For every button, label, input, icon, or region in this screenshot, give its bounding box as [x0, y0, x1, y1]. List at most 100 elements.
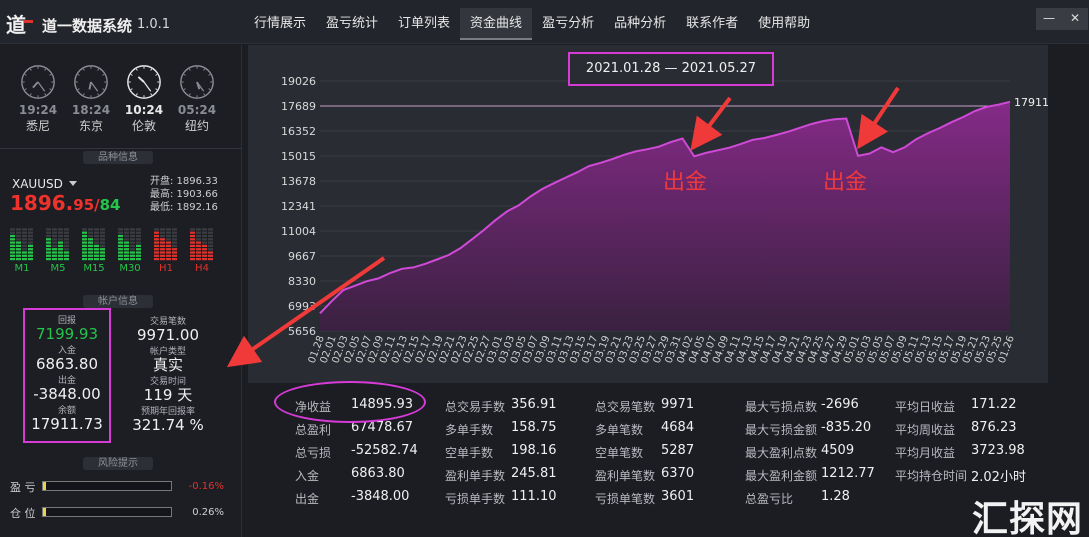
price-sub: 84: [99, 196, 121, 214]
meter-m5[interactable]: M5: [46, 225, 70, 274]
clock-face-icon: [21, 65, 55, 99]
stat-value: 6863.80: [351, 466, 405, 481]
meter-label: H4: [195, 263, 209, 274]
top-bar: 道 道一数据系统 1.0.1 行情展示 盈亏统计 订单列表 资金曲线 盈亏分析 品种分析联…: [0, 0, 1089, 44]
stat-value: -3848.00: [351, 489, 410, 504]
left-panel: 19:24 悉尼 18:24 东京 10:24 伦敦 05:24 纽约 品种信息 XAUUSD…: [0, 45, 242, 537]
y-tick-label: 5656: [288, 325, 316, 338]
stat-label: 平均周收益: [895, 423, 956, 437]
y-tick-label: 9667: [288, 250, 316, 263]
meter-h1[interactable]: H1: [154, 225, 178, 274]
svg-text:道: 道: [6, 13, 26, 37]
tab-1[interactable]: 盈亏统计: [316, 8, 388, 40]
stat-value: 876.23: [971, 420, 1017, 435]
stat-value: -52582.74: [351, 443, 418, 458]
y-tick-label: 16352: [281, 125, 316, 138]
watermark: 汇探网: [972, 499, 1084, 537]
pl-value: -0.16%: [188, 481, 224, 492]
position-value: 0.26%: [192, 507, 224, 518]
meter-label: M30: [119, 263, 141, 274]
account-info-section-label: 帐户信息: [83, 295, 153, 308]
withdrawal-annotation: 出金: [663, 170, 707, 195]
low-price: 最低: 1892.16: [150, 202, 218, 213]
stat-value: 1212.77: [821, 466, 875, 481]
main-tabs: 行情展示 盈亏统计 订单列表 资金曲线 盈亏分析 品种分析 联系作者 使用帮助: [244, 8, 820, 40]
position-label: 仓 位: [10, 507, 36, 520]
stat-label: 空单笔数: [595, 446, 644, 460]
meter-label: H1: [159, 263, 173, 274]
tab-2[interactable]: 订单列表: [388, 8, 460, 40]
stat-label: 总亏损: [295, 446, 332, 460]
trades-value: 9971.00: [136, 326, 200, 344]
meter-label: M5: [50, 263, 66, 274]
symbol-selector[interactable]: XAUUSD: [12, 177, 77, 191]
app-logo-icon: 道: [6, 13, 33, 37]
stat-value: 5287: [661, 443, 695, 458]
stat-label: 平均月收益: [895, 446, 956, 460]
app-window: 道 道一数据系统 1.0.1 行情展示 盈亏统计 订单列表 资金曲线 盈亏分析 品种分析联…: [0, 0, 1089, 537]
stat-label: 盈利单手数: [445, 469, 506, 483]
chevron-down-icon: [68, 181, 77, 186]
stat-label: 盈利单笔数: [595, 469, 656, 483]
stat-value: 245.81: [511, 466, 557, 481]
stat-label: 亏损单手数: [445, 492, 506, 506]
close-button[interactable]: ✕: [1062, 8, 1088, 30]
annual-value: 321.74 %: [132, 416, 204, 434]
tab-7[interactable]: 使用帮助: [748, 8, 820, 40]
price-dec: 95: [73, 196, 95, 214]
y-tick-label: 8330: [288, 275, 316, 288]
stat-value: 356.91: [511, 397, 557, 412]
clock-3: 05:24 纽约: [177, 63, 217, 134]
tab-3[interactable]: 资金曲线: [460, 8, 533, 40]
tab-6[interactable]: 联系作者: [676, 8, 748, 40]
stat-value: 2.02小时: [971, 470, 1026, 485]
meter-h4[interactable]: H4: [190, 225, 214, 274]
clock-0: 19:24 悉尼: [18, 63, 58, 134]
stat-label: 总交易手数: [445, 400, 506, 414]
app-title: 道一数据系统: [42, 17, 133, 35]
pl-bar-fill: [43, 482, 46, 490]
clock-city: 东京: [78, 119, 103, 133]
equity-chart: 19026 17689 16352 15015 13678 12341 11004 9667 8…: [281, 75, 1067, 365]
meter-bars-icon: [46, 228, 69, 261]
risk-section-label: 风险提示: [83, 457, 153, 470]
meter-m1[interactable]: M1: [10, 225, 34, 274]
stat-value: -835.20: [821, 420, 872, 435]
clock-city: 悉尼: [25, 119, 50, 133]
clock-1: 18:24 东京: [71, 63, 111, 134]
stat-label: 总盈利: [295, 423, 332, 437]
stat-value: 1.28: [821, 489, 850, 504]
tab-0[interactable]: 行情展示: [244, 8, 316, 40]
tab-4[interactable]: 盈亏分析: [532, 8, 604, 40]
tab-5[interactable]: 品种分析: [604, 8, 676, 40]
clock-face-icon: [74, 65, 108, 99]
meter-bars-icon: [82, 228, 105, 261]
current-price: 1896.95/84: [10, 191, 121, 215]
clock-city: 纽约: [184, 119, 209, 133]
symbol-info-section-label: 品种信息: [83, 151, 153, 164]
y-tick-label: 19026: [281, 75, 316, 88]
return-value: 7199.93: [35, 325, 99, 343]
ohl-block: 开盘: 1896.33 最高: 1903.66 最低: 1892.16: [150, 175, 218, 214]
price-int: 1896.: [10, 191, 74, 215]
meter-m15[interactable]: M15: [82, 225, 106, 274]
stat-label: 多单手数: [445, 423, 494, 437]
y-tick-label: 12341: [281, 200, 316, 213]
stat-value: 111.10: [511, 489, 557, 504]
stat-value: -2696: [821, 397, 859, 412]
meter-label: M1: [14, 263, 30, 274]
stat-value: 198.16: [511, 443, 557, 458]
type-value: 真实: [152, 356, 183, 374]
timeframe-meters: M1 M5 M15 M30 H1 H4: [8, 225, 232, 281]
minimize-button[interactable]: —: [1036, 8, 1062, 30]
meter-m30[interactable]: M30: [118, 225, 142, 274]
symbol-name: XAUUSD: [12, 177, 63, 191]
balance-value: 17911.73: [31, 415, 103, 433]
clock-time: 10:24: [124, 103, 164, 117]
app-version: 1.0.1: [137, 17, 171, 32]
world-clocks: 19:24 悉尼 18:24 东京 10:24 伦敦 05:24 纽约: [0, 45, 242, 149]
stat-label: 出金: [295, 492, 320, 506]
y-tick-label: 6993: [288, 300, 316, 313]
equity-chart-panel: 19026 17689 16352 15015 13678 12341 11004 9667 8…: [248, 45, 1067, 383]
stat-label: 平均持仓时间: [895, 469, 968, 483]
